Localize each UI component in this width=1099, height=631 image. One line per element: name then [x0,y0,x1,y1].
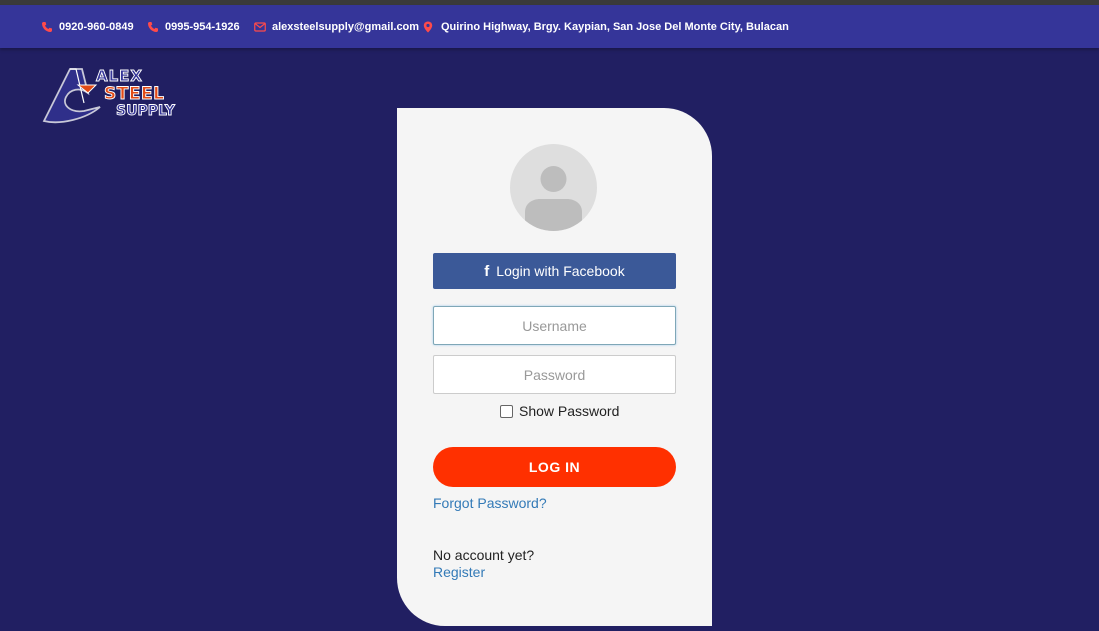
user-avatar-icon [510,144,597,231]
username-placeholder: Username [522,317,587,334]
log-in-button[interactable]: LOG IN [433,447,676,487]
logo-text-alex: ALEX [96,67,143,85]
log-in-button-label: LOG IN [528,459,581,475]
contact-bar: 0920-960-0849 0995-954-1926 alexsteelsup… [0,5,1099,48]
login-card: f Login with Facebook Username Password … [397,108,712,626]
login-with-facebook-button[interactable]: f Login with Facebook [433,253,676,289]
address-text: Quirino Highway, Brgy. Kaypian, San Jose… [441,20,789,33]
no-account-text: No account yet? [433,547,535,563]
username-input[interactable]: Username [433,306,676,345]
logo-a-mark [42,68,101,124]
alex-steel-supply-logo[interactable]: ALEX STEEL SUPPLY [40,63,195,125]
password-input[interactable]: Password [433,355,676,394]
facebook-icon: f [484,262,490,280]
phone-icon [41,21,53,33]
contact-address: Quirino Highway, Brgy. Kaypian, San Jose… [423,5,789,48]
phone-1-text: 0920-960-0849 [59,20,134,33]
envelope-icon [254,21,266,33]
show-password-toggle[interactable]: Show Password [500,403,619,419]
contact-email[interactable]: alexsteelsupply@gmail.com [254,5,419,48]
phone-icon [147,21,159,33]
contact-phone-1[interactable]: 0920-960-0849 [41,5,134,48]
facebook-button-label: Login with Facebook [496,263,625,279]
forgot-password-link[interactable]: Forgot Password? [433,495,547,511]
register-link[interactable]: Register [433,564,485,580]
map-marker-icon [423,21,435,33]
contact-phone-2[interactable]: 0995-954-1926 [147,5,240,48]
phone-2-text: 0995-954-1926 [165,20,240,33]
show-password-checkbox[interactable] [500,404,513,418]
email-text: alexsteelsupply@gmail.com [272,20,420,33]
password-placeholder: Password [523,366,586,383]
logo-text-supply: SUPPLY [116,103,176,119]
logo-text-steel: STEEL [104,84,164,104]
show-password-label: Show Password [519,403,620,419]
